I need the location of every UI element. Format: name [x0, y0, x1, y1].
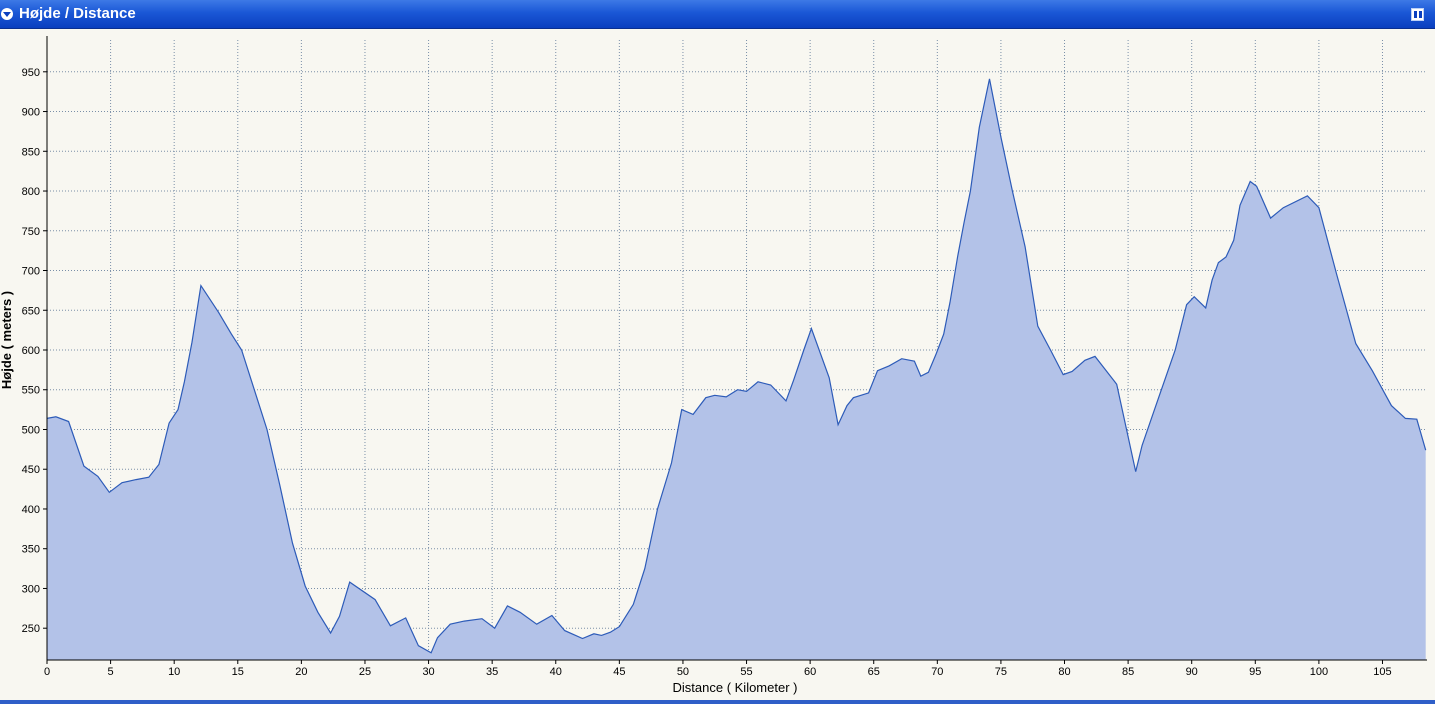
y-tick-label: 850 — [22, 146, 40, 158]
x-tick-label: 75 — [995, 666, 1007, 678]
x-tick-label: 50 — [677, 666, 689, 678]
x-tick-label: 85 — [1122, 666, 1134, 678]
window-title-bar: Højde / Distance — [0, 0, 1435, 29]
y-tick-label: 750 — [22, 226, 40, 238]
x-tick-label: 80 — [1058, 666, 1070, 678]
x-tick-label: 10 — [168, 666, 180, 678]
y-axis-label: Højde ( meters ) — [0, 291, 14, 389]
x-tick-label: 20 — [295, 666, 307, 678]
x-tick-label: 15 — [232, 666, 244, 678]
y-tick-label: 250 — [22, 623, 40, 635]
x-tick-label: 90 — [1186, 666, 1198, 678]
x-tick-label: 60 — [804, 666, 816, 678]
x-tick-label: 105 — [1373, 666, 1391, 678]
y-tick-label: 300 — [22, 583, 40, 595]
y-tick-label: 900 — [22, 107, 40, 119]
y-tick-label: 450 — [22, 464, 40, 476]
y-tick-label: 350 — [22, 544, 40, 556]
x-tick-label: 40 — [550, 666, 562, 678]
x-tick-label: 55 — [740, 666, 752, 678]
x-tick-label: 65 — [868, 666, 880, 678]
restore-window-icon[interactable] — [1411, 8, 1424, 21]
x-tick-label: 35 — [486, 666, 498, 678]
window-bottom-border — [0, 700, 1435, 704]
y-tick-label: 500 — [22, 424, 40, 436]
x-tick-label: 70 — [931, 666, 943, 678]
x-tick-label: 45 — [613, 666, 625, 678]
x-tick-label: 0 — [44, 666, 50, 678]
y-tick-label: 650 — [22, 305, 40, 317]
elevation-chart: 2503003504004505005506006507007508008509… — [0, 29, 1435, 700]
x-tick-label: 25 — [359, 666, 371, 678]
y-tick-label: 700 — [22, 266, 40, 278]
x-axis-label: Distance ( Kilometer ) — [673, 680, 798, 695]
window-title: Højde / Distance — [19, 5, 136, 22]
y-tick-label: 800 — [22, 186, 40, 198]
x-tick-label: 100 — [1310, 666, 1328, 678]
x-tick-label: 5 — [108, 666, 114, 678]
chevron-down-icon[interactable] — [1, 8, 13, 20]
x-tick-label: 30 — [422, 666, 434, 678]
y-tick-label: 600 — [22, 345, 40, 357]
x-tick-label: 95 — [1249, 666, 1261, 678]
y-tick-label: 400 — [22, 504, 40, 516]
y-tick-label: 550 — [22, 385, 40, 397]
y-tick-label: 950 — [22, 67, 40, 79]
